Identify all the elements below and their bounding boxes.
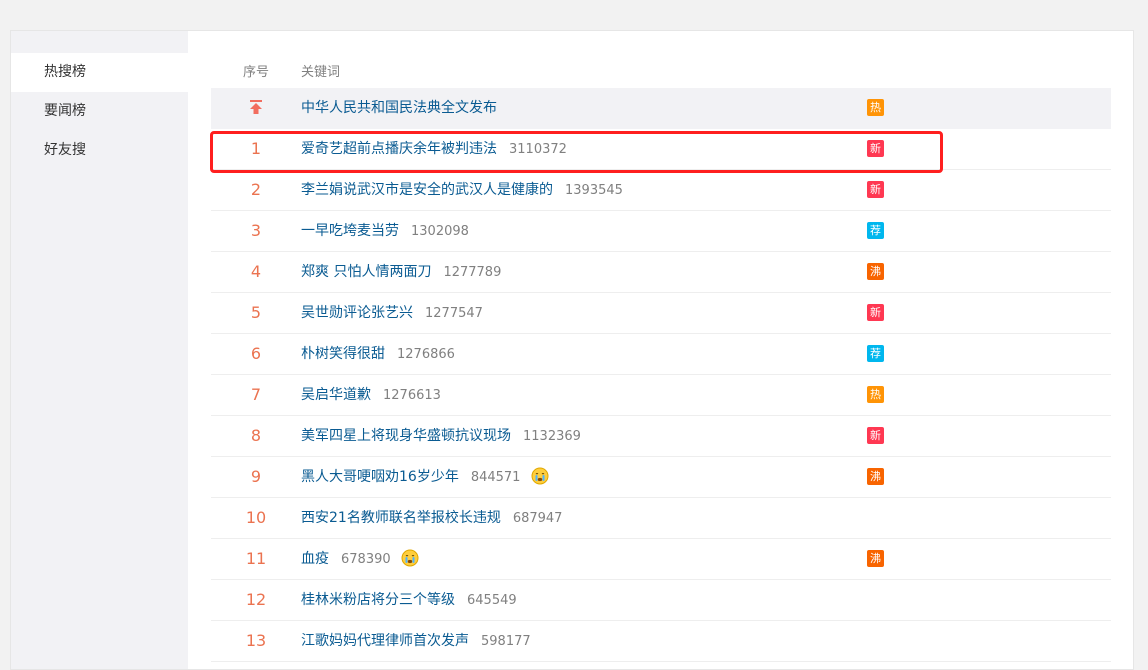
rank-number: 2 xyxy=(250,180,262,199)
keyword-cell: 爱奇艺超前点播庆余年被判违法 3110372 xyxy=(301,129,567,169)
search-count: 598177 xyxy=(481,634,531,649)
keyword-link[interactable]: 爱奇艺超前点播庆余年被判违法 xyxy=(301,141,497,157)
status-tag-badge: 新 xyxy=(867,304,884,321)
hot-search-panel: 热搜榜 要闻榜 好友搜 序号 关键词 中华人民共和国民法典全文发布 热 1 爱奇… xyxy=(10,30,1134,670)
pinned-keyword-cell: 中华人民共和国民法典全文发布 xyxy=(301,88,497,128)
keyword-cell: 血疫 678390 xyxy=(301,539,419,579)
keyword-cell: 美军四星上将现身华盛顿抗议现场 1132369 xyxy=(301,416,581,456)
pinned-rank-cell xyxy=(211,88,301,128)
keyword-cell: 桂林米粉店将分三个等级 645549 xyxy=(301,580,517,620)
keyword-link[interactable]: 吴世勋评论张艺兴 xyxy=(301,305,413,321)
status-tag-badge: 新 xyxy=(867,140,884,157)
search-count: 1277789 xyxy=(443,265,502,280)
table-row: 9 黑人大哥哽咽劝16岁少年 844571 沸 xyxy=(211,457,1111,498)
table-row: 8 美军四星上将现身华盛顿抗议现场 1132369 新 xyxy=(211,416,1111,457)
keyword-link[interactable]: 朴树笑得很甜 xyxy=(301,346,385,362)
sidebar-item-friends[interactable]: 好友搜 xyxy=(11,131,188,170)
search-count: 1276613 xyxy=(383,388,441,403)
sidebar: 热搜榜 要闻榜 好友搜 xyxy=(11,31,188,669)
status-tag-badge: 新 xyxy=(867,427,884,444)
keyword-cell: 李兰娟说武汉市是安全的武汉人是健康的 1393545 xyxy=(301,170,623,210)
status-tag-badge: 热 xyxy=(867,386,884,403)
rank-number: 11 xyxy=(245,549,267,568)
table-row: 10 西安21名教师联名举报校长违规 687947 xyxy=(211,498,1111,539)
crying-emoji-icon xyxy=(531,461,549,485)
sidebar-item-hot-search[interactable]: 热搜榜 xyxy=(11,53,188,92)
rank-number: 9 xyxy=(250,467,262,486)
keyword-cell: 黑人大哥哽咽劝16岁少年 844571 xyxy=(301,457,549,497)
table-row: 7 吴启华道歉 1276613 热 xyxy=(211,375,1111,416)
rank-number: 13 xyxy=(245,631,267,650)
keyword-cell: 吴启华道歉 1276613 xyxy=(301,375,441,415)
hot-tag-badge: 热 xyxy=(867,99,884,116)
keyword-cell: 西安21名教师联名举报校长违规 687947 xyxy=(301,498,562,538)
keyword-link[interactable]: 血疫 xyxy=(301,551,329,567)
keyword-cell: 一早吃垮麦当劳 1302098 xyxy=(301,211,469,251)
search-count: 1277547 xyxy=(425,306,483,321)
hot-search-table: 序号 关键词 中华人民共和国民法典全文发布 热 1 爱奇艺超前点播庆余年被判违法… xyxy=(211,50,1111,662)
search-count: 1276866 xyxy=(397,347,455,362)
status-tag-badge: 沸 xyxy=(867,263,884,280)
keyword-cell: 朴树笑得很甜 1276866 xyxy=(301,334,455,374)
rank-number: 10 xyxy=(245,508,267,527)
search-count: 1393545 xyxy=(565,183,623,198)
keyword-link[interactable]: 桂林米粉店将分三个等级 xyxy=(301,592,455,608)
sidebar-item-news[interactable]: 要闻榜 xyxy=(11,92,188,131)
table-header: 序号 关键词 xyxy=(211,50,1111,88)
table-row: 6 朴树笑得很甜 1276866 荐 xyxy=(211,334,1111,375)
keyword-cell: 吴世勋评论张艺兴 1277547 xyxy=(301,293,483,333)
keyword-cell: 郑爽 只怕人情两面刀 1277789 xyxy=(301,252,501,292)
pinned-row: 中华人民共和国民法典全文发布 热 xyxy=(211,88,1111,129)
table-row: 4 郑爽 只怕人情两面刀 1277789 沸 xyxy=(211,252,1111,293)
status-tag-badge: 沸 xyxy=(867,468,884,485)
status-tag-badge: 荐 xyxy=(867,345,884,362)
table-row: 5 吴世勋评论张艺兴 1277547 新 xyxy=(211,293,1111,334)
rank-number: 5 xyxy=(250,303,262,322)
search-count: 844571 xyxy=(470,470,521,485)
keyword-link[interactable]: 李兰娟说武汉市是安全的武汉人是健康的 xyxy=(301,182,553,198)
table-row: 13 江歌妈妈代理律师首次发声 598177 xyxy=(211,621,1111,662)
rank-number: 6 xyxy=(250,344,262,363)
rank-number: 1 xyxy=(250,139,262,158)
rank-number: 12 xyxy=(245,590,267,609)
rank-number: 8 xyxy=(250,426,262,445)
keyword-link[interactable]: 一早吃垮麦当劳 xyxy=(301,223,399,239)
keyword-link[interactable]: 黑人大哥哽咽劝16岁少年 xyxy=(301,469,459,485)
keyword-link[interactable]: 西安21名教师联名举报校长违规 xyxy=(301,510,501,526)
search-count: 645549 xyxy=(467,593,517,608)
status-tag-badge: 新 xyxy=(867,181,884,198)
status-tag-badge: 荐 xyxy=(867,222,884,239)
search-count: 3110372 xyxy=(509,142,567,157)
keyword-cell: 江歌妈妈代理律师首次发声 598177 xyxy=(301,621,531,661)
keyword-link[interactable]: 吴启华道歉 xyxy=(301,387,371,403)
search-count: 1302098 xyxy=(411,224,469,239)
table-row: 2 李兰娟说武汉市是安全的武汉人是健康的 1393545 新 xyxy=(211,170,1111,211)
search-count: 687947 xyxy=(512,511,563,526)
rank-number: 4 xyxy=(250,262,262,281)
rank-number: 3 xyxy=(250,221,262,240)
pinned-keyword-link[interactable]: 中华人民共和国民法典全文发布 xyxy=(301,100,497,116)
crying-emoji-icon xyxy=(401,543,419,567)
table-row: 3 一早吃垮麦当劳 1302098 荐 xyxy=(211,211,1111,252)
rows-list: 1 爱奇艺超前点播庆余年被判违法 3110372 新 2 李兰娟说武汉市是安全的武… xyxy=(211,129,1111,662)
status-tag-badge: 沸 xyxy=(867,550,884,567)
table-row: 1 爱奇艺超前点播庆余年被判违法 3110372 新 xyxy=(211,129,1111,170)
keyword-link[interactable]: 美军四星上将现身华盛顿抗议现场 xyxy=(301,428,511,444)
header-rank: 序号 xyxy=(242,65,269,80)
search-count: 1132369 xyxy=(523,429,581,444)
keyword-link[interactable]: 江歌妈妈代理律师首次发声 xyxy=(301,633,469,649)
rank-number: 7 xyxy=(250,385,262,404)
search-count: 678390 xyxy=(341,552,391,567)
header-keyword: 关键词 xyxy=(301,65,341,80)
table-row: 12 桂林米粉店将分三个等级 645549 xyxy=(211,580,1111,621)
pin-top-icon xyxy=(250,100,262,114)
table-row: 11 血疫 678390 沸 xyxy=(211,539,1111,580)
keyword-link[interactable]: 郑爽 只怕人情两面刀 xyxy=(301,264,431,280)
